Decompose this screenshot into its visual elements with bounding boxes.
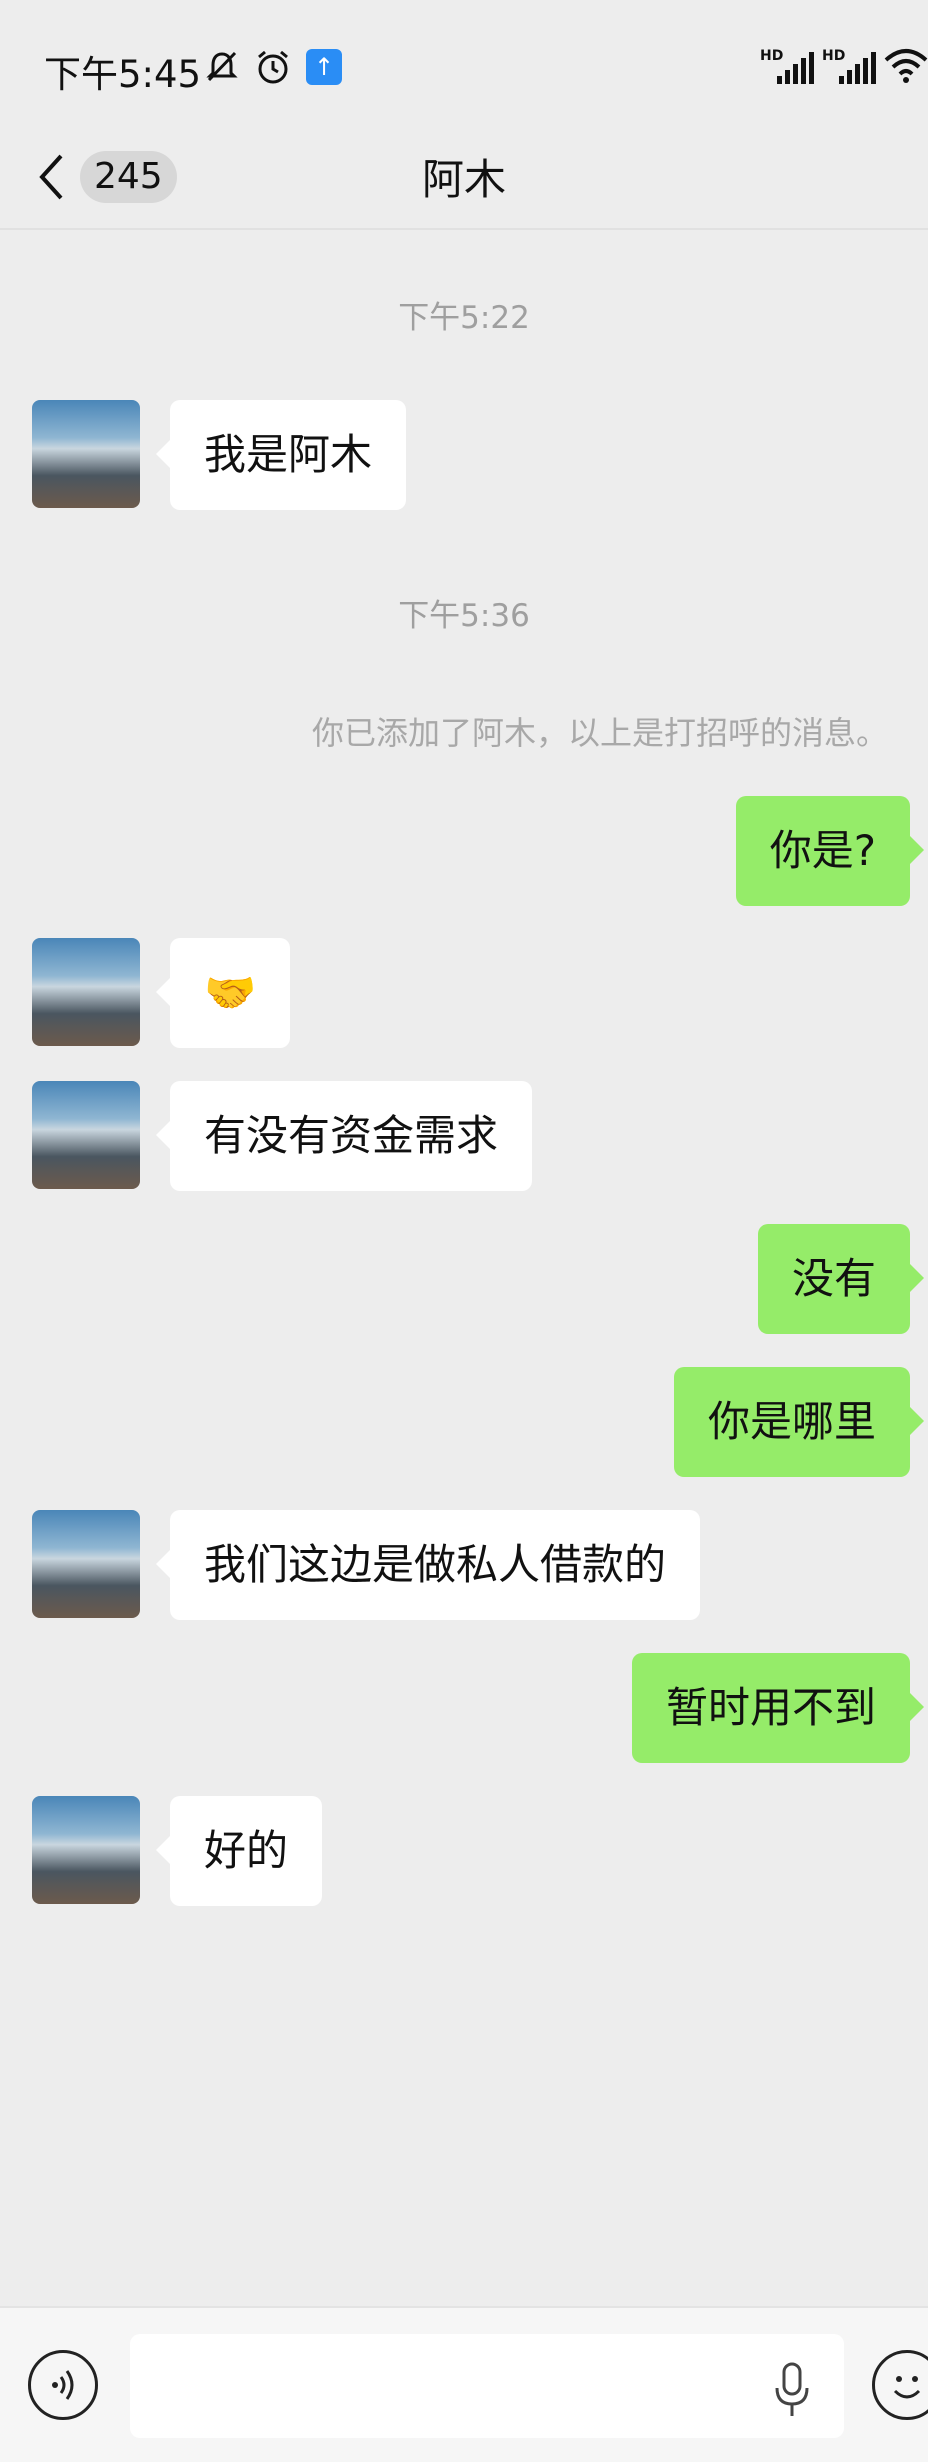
avatar[interactable] bbox=[32, 1081, 140, 1189]
alarm-icon bbox=[258, 50, 288, 84]
chat-header: 阿木 245 bbox=[0, 132, 928, 230]
back-button[interactable]: 245 bbox=[36, 142, 196, 212]
voice-icon bbox=[52, 2370, 74, 2400]
message-bubble-incoming[interactable]: 🤝 bbox=[155, 938, 291, 1048]
signal-hd-1-icon: HD bbox=[760, 48, 814, 84]
avatar[interactable] bbox=[32, 938, 140, 1046]
system-note: 你已添加了阿木，以上是打招呼的消息。 bbox=[311, 714, 888, 752]
message-bubble-incoming[interactable]: 我是阿木 bbox=[155, 400, 407, 510]
status-icons-left: ↑ bbox=[204, 48, 342, 86]
message-bubble-outgoing[interactable]: 没有 bbox=[757, 1224, 925, 1334]
voice-input-button[interactable] bbox=[28, 2350, 98, 2420]
emoji-button[interactable] bbox=[872, 2350, 928, 2420]
mute-bell-icon bbox=[206, 51, 238, 82]
message-bubble-outgoing[interactable]: 你是哪里 bbox=[673, 1367, 925, 1477]
avatar[interactable] bbox=[32, 1510, 140, 1618]
timestamp: 下午5:36 bbox=[398, 598, 530, 634]
microphone-icon[interactable] bbox=[772, 2362, 812, 2418]
message-bubble-outgoing[interactable]: 你是? bbox=[735, 796, 925, 906]
avatar[interactable] bbox=[32, 400, 140, 508]
message-bubble-incoming[interactable]: 有没有资金需求 bbox=[155, 1081, 533, 1191]
status-bar: 下午5:45 ↑ HD HD bbox=[0, 0, 928, 132]
message-bubble-incoming[interactable]: 我们这边是做私人借款的 bbox=[155, 1510, 701, 1620]
message-bubble-outgoing[interactable]: 暂时用不到 bbox=[631, 1653, 925, 1763]
timestamp: 下午5:22 bbox=[398, 300, 530, 336]
upload-icon: ↑ bbox=[306, 49, 342, 85]
avatar[interactable] bbox=[32, 1796, 140, 1904]
signal-hd-2-icon: HD bbox=[822, 48, 876, 84]
unread-count-badge: 245 bbox=[80, 151, 177, 203]
status-right-icons: HD HD bbox=[760, 48, 928, 84]
input-bar bbox=[0, 2306, 928, 2462]
message-bubble-incoming[interactable]: 好的 bbox=[155, 1796, 323, 1906]
status-time: 下午5:45 bbox=[44, 53, 202, 96]
message-input[interactable] bbox=[130, 2334, 844, 2438]
wifi-icon bbox=[884, 49, 928, 83]
smiley-icon bbox=[893, 2376, 921, 2399]
chevron-left-icon bbox=[39, 154, 63, 200]
